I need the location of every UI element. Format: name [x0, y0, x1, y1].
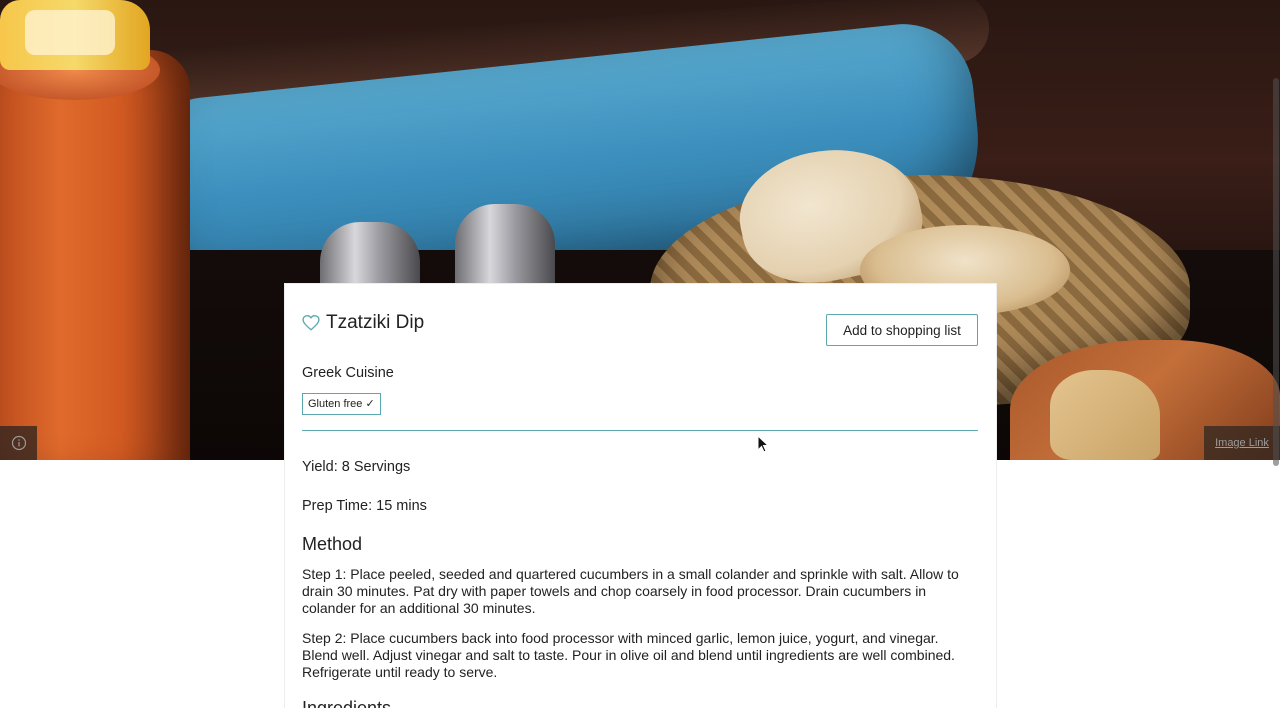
recipe-title: Tzatziki Dip	[326, 312, 425, 333]
hero-lemon-flesh	[25, 10, 115, 55]
cuisine-label: Greek Cuisine	[302, 365, 394, 381]
yield-text: Yield: 8 Servings	[302, 459, 411, 475]
method-step: Step 2: Place cucumbers back into food p…	[302, 630, 955, 680]
recipe-card: Tzatziki Dip Add to shopping list Greek …	[285, 284, 996, 708]
image-link-container: Image Link	[1204, 426, 1280, 460]
hero-bread-piece	[1050, 370, 1160, 460]
ingredients-heading: Ingredients	[302, 698, 392, 708]
mouse-cursor-icon	[757, 435, 769, 453]
page-scrollbar[interactable]	[1272, 78, 1280, 466]
method-heading: Method	[302, 534, 363, 554]
recipe-page: Image Link Tzatziki Dip Add to shopping …	[0, 0, 1280, 708]
hero-lemon-slice	[0, 0, 150, 70]
add-to-shopping-list-button[interactable]: Add to shopping list	[826, 314, 978, 346]
method-step: Step 1: Place peeled, seeded and quarter…	[302, 566, 959, 616]
section-divider	[302, 430, 978, 431]
image-link[interactable]: Image Link	[1215, 437, 1269, 449]
info-icon	[11, 435, 26, 451]
gluten-free-badge: Gluten free ✓	[302, 393, 381, 415]
recipe-title-row: Tzatziki Dip Add to shopping list	[302, 312, 978, 348]
scrollbar-thumb[interactable]	[1273, 78, 1279, 466]
image-info-button[interactable]	[0, 426, 37, 460]
heart-icon[interactable]	[302, 314, 320, 332]
hero-sauce-jar	[0, 50, 190, 460]
hero-shaker-cap	[455, 204, 555, 294]
prep-time-text: Prep Time: 15 mins	[302, 498, 427, 514]
